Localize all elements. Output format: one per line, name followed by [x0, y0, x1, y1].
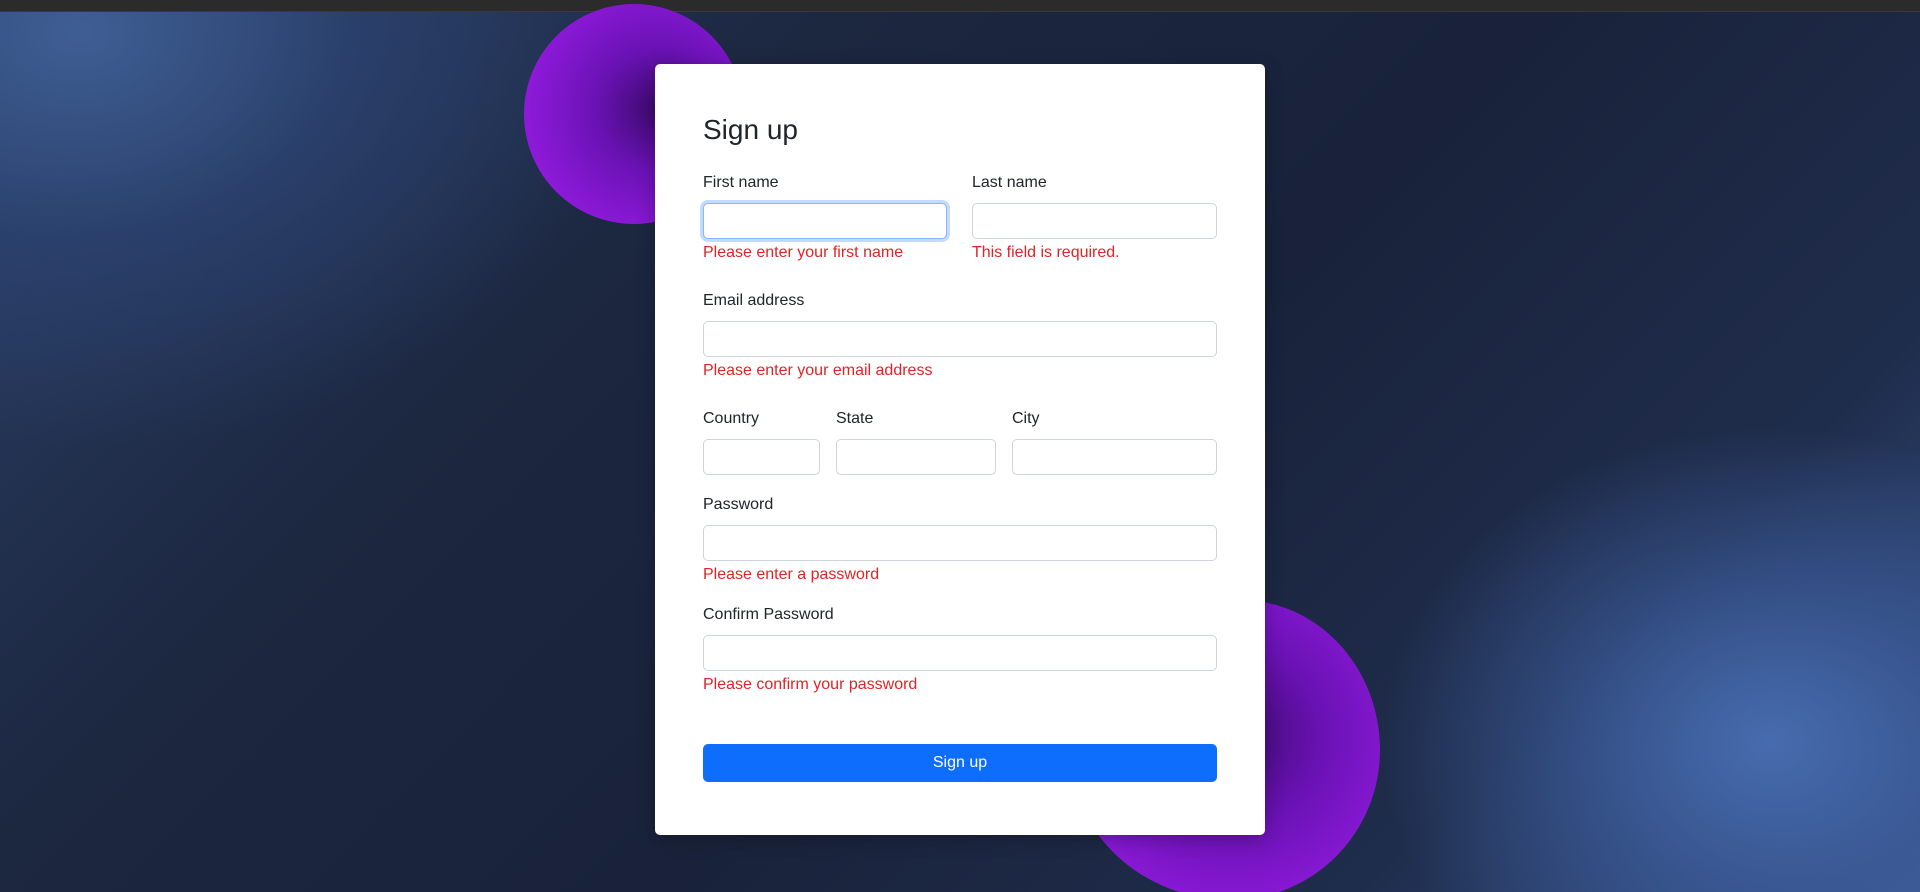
email-label: Email address — [703, 292, 805, 309]
state-input[interactable] — [836, 439, 996, 475]
email-error: Please enter your email address — [703, 362, 933, 379]
signup-card: Sign up First name Please enter your fir… — [655, 64, 1265, 835]
first-name-label: First name — [703, 174, 779, 191]
password-label: Password — [703, 496, 774, 513]
signup-button[interactable]: Sign up — [703, 744, 1217, 782]
email-input[interactable] — [703, 321, 1217, 357]
last-name-input[interactable] — [972, 203, 1217, 239]
city-input[interactable] — [1012, 439, 1217, 475]
confirm-password-label: Confirm Password — [703, 606, 834, 623]
browser-top-bar — [0, 0, 1920, 12]
confirm-password-error: Please confirm your password — [703, 676, 918, 693]
confirm-password-input[interactable] — [703, 635, 1217, 671]
password-error: Please enter a password — [703, 566, 880, 583]
last-name-error: This field is required. — [972, 244, 1120, 261]
page-title: Sign up — [703, 114, 798, 145]
country-input[interactable] — [703, 439, 820, 475]
first-name-input[interactable] — [703, 203, 947, 239]
last-name-label: Last name — [972, 174, 1047, 191]
password-input[interactable] — [703, 525, 1217, 561]
city-label: City — [1012, 410, 1040, 427]
first-name-error: Please enter your first name — [703, 244, 904, 261]
state-label: State — [836, 410, 874, 427]
country-label: Country — [703, 410, 760, 427]
